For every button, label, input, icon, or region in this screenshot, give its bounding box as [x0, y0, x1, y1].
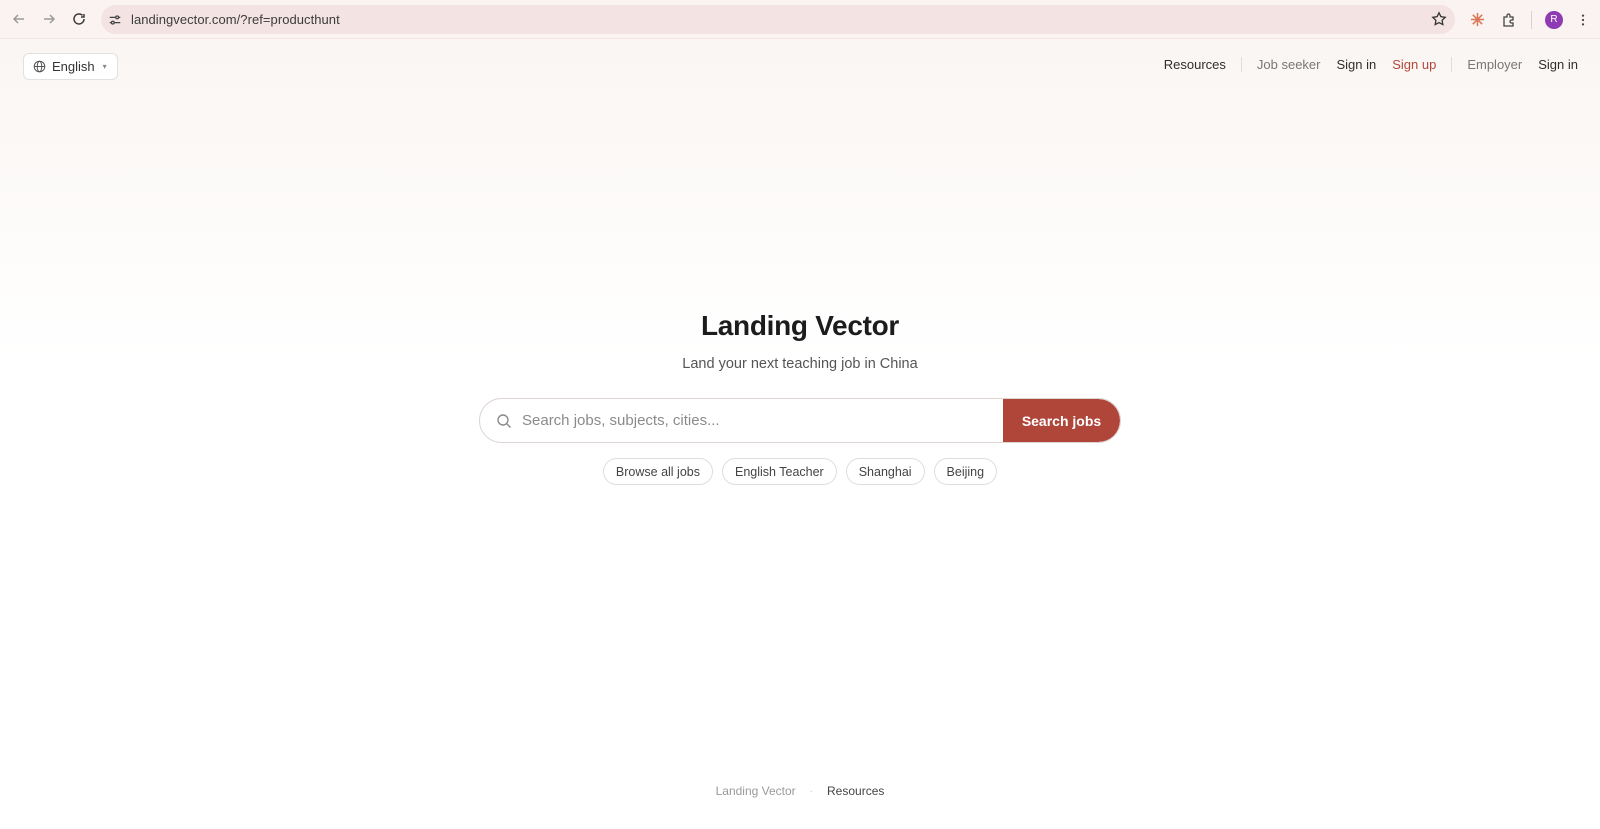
- forward-icon[interactable]: [34, 4, 64, 34]
- url-text[interactable]: landingvector.com/?ref=producthunt: [131, 12, 340, 27]
- extension-claude-icon[interactable]: [1461, 4, 1493, 36]
- browser-toolbar: landingvector.com/?ref=producthunt R: [0, 0, 1600, 39]
- chip-browse-all-jobs[interactable]: Browse all jobs: [602, 458, 713, 485]
- search-input[interactable]: [512, 399, 1003, 442]
- footer: Landing Vector · Resources: [0, 784, 1600, 798]
- browser-menu-icon[interactable]: [1570, 4, 1596, 36]
- extensions-puzzle-icon[interactable]: [1493, 4, 1525, 36]
- profile-avatar[interactable]: R: [1538, 4, 1570, 36]
- hero: Landing Vector Land your next teaching j…: [0, 310, 1600, 372]
- back-icon[interactable]: [4, 4, 34, 34]
- reload-icon[interactable]: [64, 4, 94, 34]
- nav-divider: [1240, 57, 1242, 72]
- search-icon: [497, 413, 511, 428]
- language-selector[interactable]: English ▾: [23, 53, 118, 80]
- footer-separator: ·: [809, 785, 814, 797]
- footer-resources-link[interactable]: Resources: [827, 784, 884, 798]
- toolbar-divider: [1531, 10, 1532, 29]
- chevron-down-icon: ▾: [102, 62, 107, 71]
- language-label: English: [52, 59, 95, 74]
- sign-up-link[interactable]: Sign up: [1392, 57, 1436, 72]
- nav-resources[interactable]: Resources: [1164, 57, 1226, 72]
- globe-icon: [33, 60, 46, 73]
- search-jobs-button[interactable]: Search jobs: [1003, 399, 1120, 442]
- page: English ▾ Resources Job seeker Sign in S…: [0, 39, 1600, 829]
- chip-english-teacher[interactable]: English Teacher: [722, 458, 837, 485]
- nav-employer-label: Employer: [1467, 57, 1523, 72]
- quick-filters: Browse all jobs English Teacher Shanghai…: [0, 458, 1600, 485]
- job-seeker-sign-in-link[interactable]: Sign in: [1336, 57, 1376, 72]
- top-nav: Resources Job seeker Sign in Sign up Emp…: [1164, 57, 1578, 72]
- chip-beijing[interactable]: Beijing: [933, 458, 998, 485]
- nav-job-seeker-label: Job seeker: [1256, 57, 1321, 72]
- employer-sign-in-link[interactable]: Sign in: [1538, 57, 1578, 72]
- footer-brand[interactable]: Landing Vector: [716, 784, 796, 798]
- site-info-icon[interactable]: [102, 7, 128, 33]
- page-title: Landing Vector: [700, 310, 900, 341]
- page-subtitle: Land your next teaching job in China: [682, 356, 918, 372]
- chip-shanghai[interactable]: Shanghai: [845, 458, 925, 485]
- nav-divider: [1451, 57, 1453, 72]
- search-bar: Search jobs: [479, 398, 1121, 443]
- bookmark-star-icon[interactable]: [1431, 11, 1447, 27]
- address-bar[interactable]: landingvector.com/?ref=producthunt: [101, 5, 1455, 34]
